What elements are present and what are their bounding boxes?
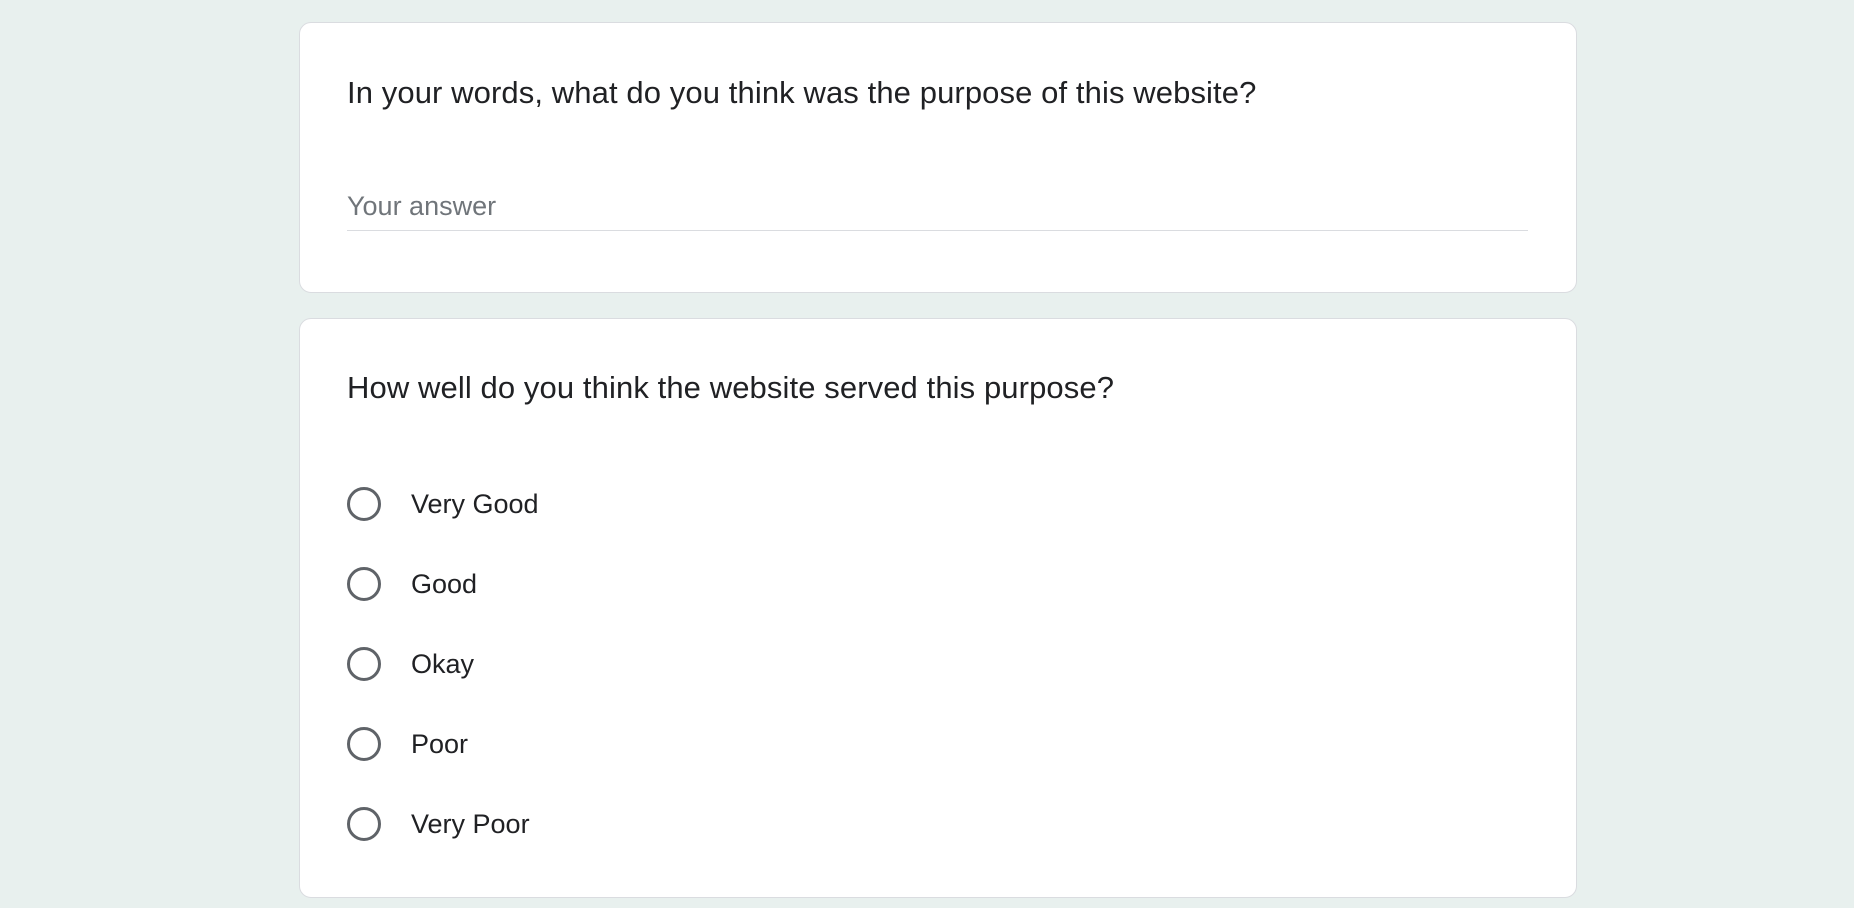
radio-option-very-poor[interactable]: Very Poor [347, 784, 539, 864]
radio-option-very-good[interactable]: Very Good [347, 464, 539, 544]
option-label: Very Good [411, 488, 539, 519]
radio-unchecked-icon[interactable] [347, 567, 381, 601]
radio-unchecked-icon[interactable] [347, 807, 381, 841]
option-label: Okay [411, 648, 475, 679]
radio-unchecked-icon[interactable] [347, 727, 381, 761]
short-answer-input[interactable] [347, 183, 1528, 231]
question-card-purpose: In your words, what do you think was the… [299, 22, 1577, 293]
option-label: Poor [411, 728, 469, 759]
radio-option-okay[interactable]: Okay [347, 624, 539, 704]
radio-unchecked-icon[interactable] [347, 487, 381, 521]
radio-option-good[interactable]: Good [347, 544, 539, 624]
question-title: In your words, what do you think was the… [347, 75, 1257, 110]
option-label: Good [411, 568, 478, 599]
radio-option-poor[interactable]: Poor [347, 704, 539, 784]
question-title: How well do you think the website served… [347, 370, 1115, 405]
question-card-rating: How well do you think the website served… [299, 318, 1577, 898]
radio-group: Very Good Good Okay Poor Very Poor [347, 464, 539, 864]
option-label: Very Poor [411, 808, 530, 839]
radio-unchecked-icon[interactable] [347, 647, 381, 681]
